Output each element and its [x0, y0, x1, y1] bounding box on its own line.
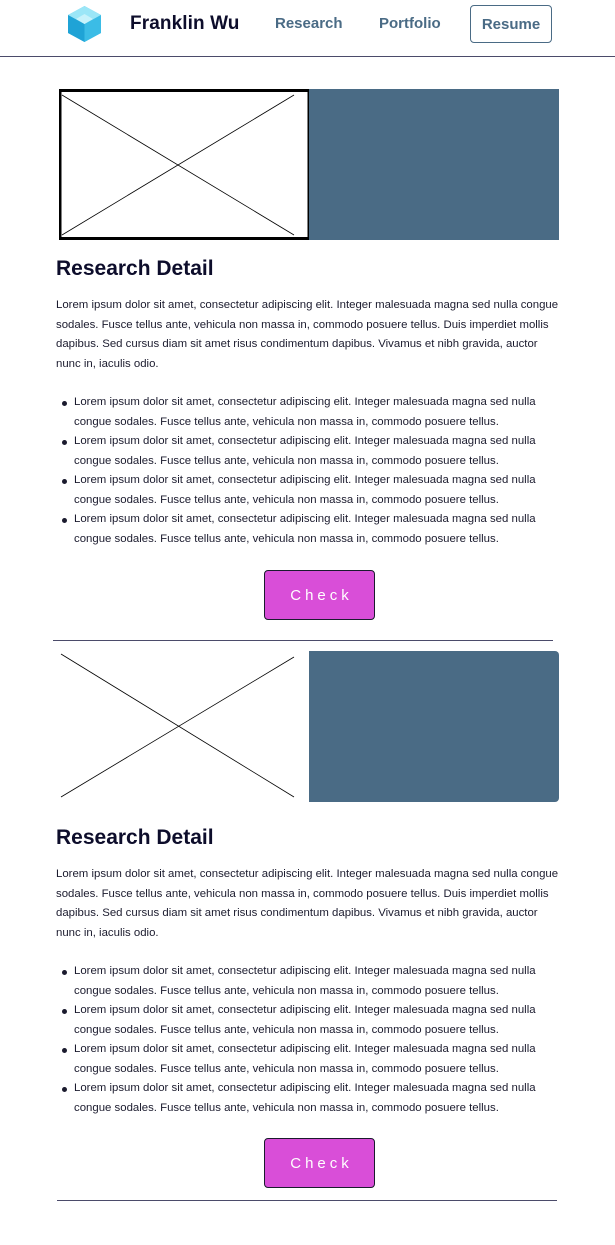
section-paragraph: Lorem ipsum dolor sit amet, consectetur …: [56, 299, 559, 370]
nav-research-link[interactable]: Research: [275, 15, 343, 32]
list-item: Lorem ipsum dolor sit amet, consectetur …: [56, 393, 561, 432]
footer-divider: [57, 1200, 557, 1201]
list-item: Lorem ipsum dolor sit amet, consectetur …: [56, 471, 561, 510]
list-item: Lorem ipsum dolor sit amet, consectetur …: [56, 1040, 561, 1079]
section-title: Research Detail: [56, 257, 214, 280]
image-placeholder-icon: [59, 89, 309, 240]
brand-name[interactable]: Franklin Wu: [130, 13, 239, 35]
navbar: Franklin Wu Research Portfolio Resume: [0, 0, 615, 57]
bullet-list: Lorem ipsum dolor sit amet, consectetur …: [56, 393, 561, 549]
hexagon-cube-logo-icon[interactable]: [66, 5, 103, 43]
research-media-1: [59, 89, 559, 240]
list-item: Lorem ipsum dolor sit amet, consectetur …: [56, 1079, 561, 1118]
accent-block: [309, 89, 559, 240]
accent-block: [309, 651, 559, 802]
list-item: Lorem ipsum dolor sit amet, consectetur …: [56, 1001, 561, 1040]
section-paragraph: Lorem ipsum dolor sit amet, consectetur …: [56, 868, 559, 939]
check-button[interactable]: Check: [264, 570, 375, 620]
check-button[interactable]: Check: [264, 1138, 375, 1188]
resume-button[interactable]: Resume: [470, 5, 552, 43]
list-item: Lorem ipsum dolor sit amet, consectetur …: [56, 432, 561, 471]
nav-portfolio-link[interactable]: Portfolio: [379, 15, 441, 32]
list-item: Lorem ipsum dolor sit amet, consectetur …: [56, 962, 561, 1001]
section-divider: [53, 640, 553, 641]
bullet-list: Lorem ipsum dolor sit amet, consectetur …: [56, 962, 561, 1118]
list-item: Lorem ipsum dolor sit amet, consectetur …: [56, 510, 561, 549]
research-media-2: [59, 651, 559, 802]
section-title: Research Detail: [56, 826, 214, 849]
image-placeholder-icon: [59, 651, 309, 802]
